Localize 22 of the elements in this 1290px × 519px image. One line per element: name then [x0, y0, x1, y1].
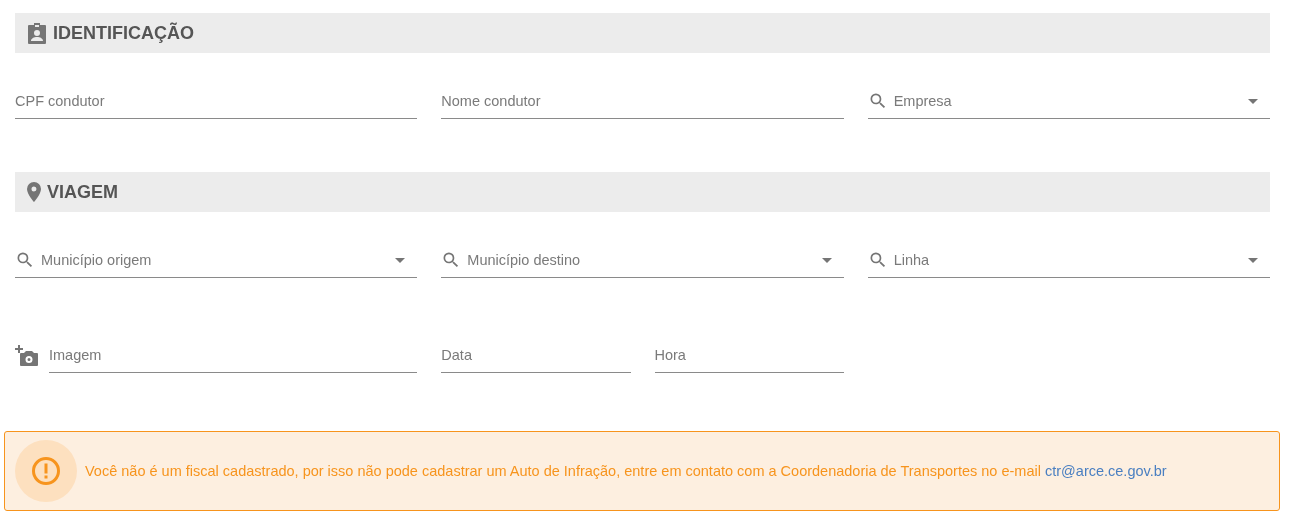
- add-photo-icon[interactable]: [15, 344, 39, 367]
- text-field[interactable]: CPF condutor: [15, 93, 418, 109]
- map-pin-icon: [27, 182, 41, 202]
- input-field[interactable]: Imagem: [49, 347, 418, 363]
- caret-icon: [1248, 257, 1258, 263]
- search-icon: [15, 250, 35, 270]
- caret-icon: [821, 257, 832, 263]
- badge-icon: [27, 22, 47, 44]
- search-select-field[interactable]: Município destino: [467, 252, 816, 268]
- text-field[interactable]: Data: [441, 347, 631, 363]
- text-field[interactable]: Hora: [654, 347, 844, 363]
- email-link[interactable]: ctr@arce.ce.gov.br: [1045, 463, 1167, 479]
- caret-icon: [1248, 98, 1258, 104]
- caret-icon: [395, 257, 406, 263]
- section-title: VIAGEM: [47, 181, 118, 203]
- search-select-field[interactable]: Empresa: [893, 93, 1242, 109]
- warning-icon: [31, 456, 61, 486]
- warning-message: Você não é um fiscal cadastrado, por isso não pode cadastrar um Auto de Infração, entre em contato com a Coordenadoria de Transportes no e-mail ctr@arce.ce.gov.br: [85, 463, 1167, 479]
- text-field[interactable]: Nome condutor: [441, 93, 844, 109]
- section-title: IDENTIFICAÇÃO: [53, 22, 194, 44]
- search-select-field[interactable]: Linha: [893, 252, 1242, 268]
- search-select-field[interactable]: Município origem: [41, 252, 390, 268]
